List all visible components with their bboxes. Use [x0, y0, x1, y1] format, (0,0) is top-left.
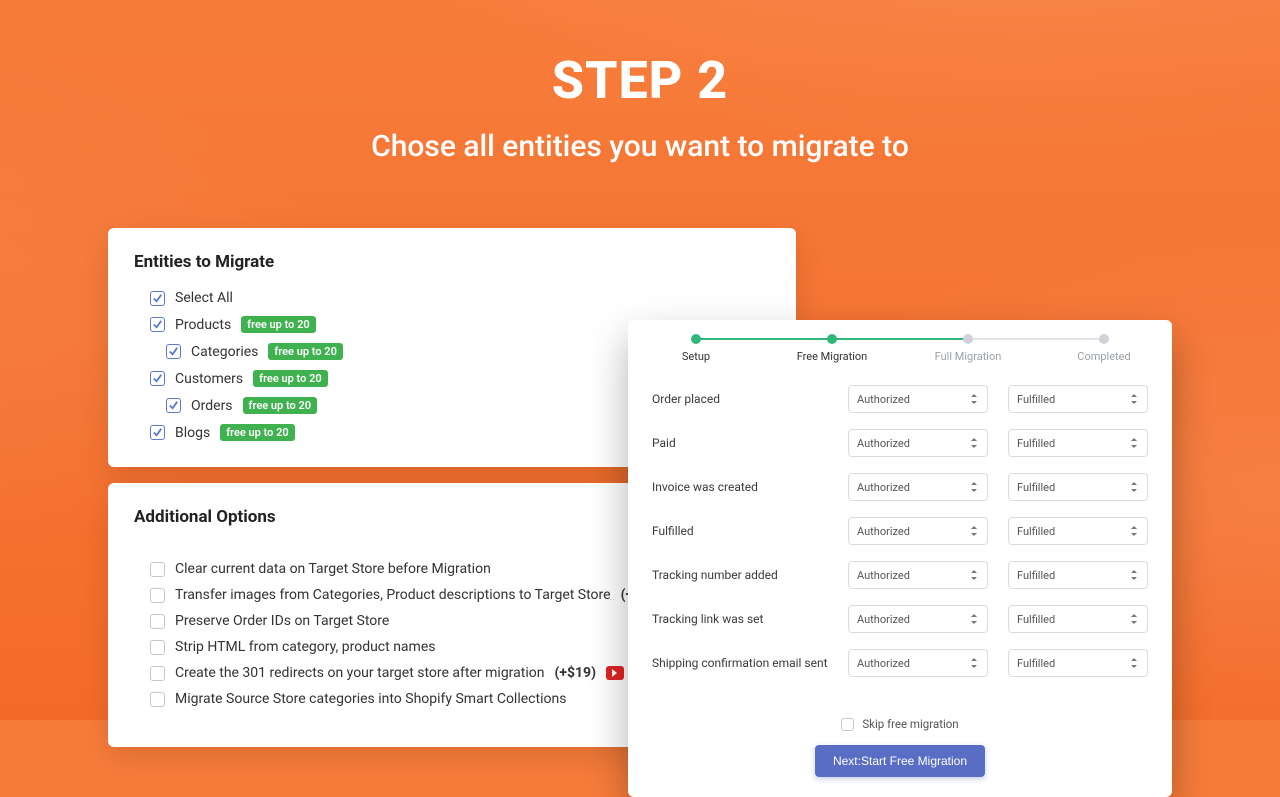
- checkbox-icon: [150, 614, 165, 629]
- check-label: Categories: [191, 344, 258, 360]
- status-select-b[interactable]: Fulfilled: [1008, 605, 1148, 633]
- map-row: Tracking number added Authorized Fulfill…: [652, 553, 1148, 597]
- caret-icon: [1129, 438, 1139, 448]
- map-label: Paid: [652, 436, 828, 450]
- caret-icon: [969, 614, 979, 624]
- map-label: Tracking number added: [652, 568, 828, 582]
- caret-icon: [969, 526, 979, 536]
- map-row: Paid Authorized Fulfilled: [652, 421, 1148, 465]
- caret-icon: [1129, 394, 1139, 404]
- checkbox-icon: [841, 718, 854, 731]
- free-badge: free up to 20: [268, 343, 343, 360]
- caret-icon: [1129, 570, 1139, 580]
- page-title: STEP 2: [0, 50, 1280, 111]
- map-row: Tracking link was set Authorized Fulfill…: [652, 597, 1148, 641]
- skip-label: Skip free migration: [862, 717, 958, 731]
- map-row: Fulfilled Authorized Fulfilled: [652, 509, 1148, 553]
- skip-free-migration[interactable]: Skip free migration: [628, 717, 1172, 731]
- status-select-a[interactable]: Authorized: [848, 473, 988, 501]
- step-label: Completed: [1077, 350, 1130, 363]
- checkbox-icon: [150, 666, 165, 681]
- status-select-a[interactable]: Authorized: [848, 561, 988, 589]
- status-select-a[interactable]: Authorized: [848, 429, 988, 457]
- option-label: Clear current data on Target Store befor…: [175, 561, 491, 577]
- step-setup[interactable]: Setup: [628, 334, 764, 363]
- check-select-all[interactable]: Select All: [150, 290, 770, 306]
- map-label: Fulfilled: [652, 524, 828, 538]
- wizard-card: Setup Free Migration Full Migration Comp…: [628, 320, 1172, 797]
- map-row: Order placed Authorized Fulfilled: [652, 377, 1148, 421]
- check-label: Orders: [191, 398, 233, 414]
- option-label: Create the 301 redirects on your target …: [175, 665, 544, 681]
- status-select-a[interactable]: Authorized: [848, 649, 988, 677]
- checkbox-icon: [150, 640, 165, 655]
- free-badge: free up to 20: [243, 397, 318, 414]
- status-select-b[interactable]: Fulfilled: [1008, 473, 1148, 501]
- map-label: Tracking link was set: [652, 612, 828, 626]
- option-label: Preserve Order IDs on Target Store: [175, 613, 389, 629]
- check-label: Blogs: [175, 425, 210, 441]
- check-label: Select All: [175, 290, 233, 306]
- status-select-b[interactable]: Fulfilled: [1008, 385, 1148, 413]
- status-select-a[interactable]: Authorized: [848, 385, 988, 413]
- checkbox-icon: [150, 562, 165, 577]
- status-select-a[interactable]: Authorized: [848, 517, 988, 545]
- caret-icon: [969, 438, 979, 448]
- status-select-b[interactable]: Fulfilled: [1008, 429, 1148, 457]
- caret-icon: [969, 394, 979, 404]
- map-row: Invoice was created Authorized Fulfilled: [652, 465, 1148, 509]
- entities-heading: Entities to Migrate: [134, 252, 770, 272]
- checkbox-icon: [166, 398, 181, 413]
- map-row: Shipping confirmation email sent Authori…: [652, 641, 1148, 685]
- option-label: Transfer images from Categories, Product…: [175, 587, 611, 603]
- checkbox-icon: [150, 588, 165, 603]
- option-upsell: (+$19): [554, 665, 596, 681]
- caret-icon: [1129, 526, 1139, 536]
- checkbox-icon: [150, 291, 165, 306]
- free-badge: free up to 20: [241, 316, 316, 333]
- checkbox-icon: [150, 317, 165, 332]
- free-badge: free up to 20: [253, 370, 328, 387]
- check-label: Products: [175, 317, 231, 333]
- caret-icon: [969, 482, 979, 492]
- caret-icon: [969, 570, 979, 580]
- free-badge: free up to 20: [220, 424, 295, 441]
- step-label: Setup: [682, 350, 710, 363]
- check-label: Customers: [175, 371, 243, 387]
- caret-icon: [1129, 614, 1139, 624]
- status-select-b[interactable]: Fulfilled: [1008, 649, 1148, 677]
- status-select-b[interactable]: Fulfilled: [1008, 517, 1148, 545]
- status-select-a[interactable]: Authorized: [848, 605, 988, 633]
- option-label: Migrate Source Store categories into Sho…: [175, 691, 566, 707]
- youtube-icon[interactable]: [606, 666, 624, 680]
- checkbox-icon: [150, 425, 165, 440]
- page-subtitle: Chose all entities you want to migrate t…: [0, 129, 1280, 164]
- map-label: Order placed: [652, 392, 828, 406]
- next-start-free-migration-button[interactable]: Next:Start Free Migration: [815, 745, 985, 777]
- stepper: Setup Free Migration Full Migration Comp…: [628, 320, 1172, 371]
- map-label: Invoice was created: [652, 480, 828, 494]
- option-label: Strip HTML from category, product names: [175, 639, 435, 655]
- caret-icon: [1129, 482, 1139, 492]
- checkbox-icon: [166, 344, 181, 359]
- checkbox-icon: [150, 371, 165, 386]
- step-label: Free Migration: [797, 350, 868, 363]
- caret-icon: [969, 658, 979, 668]
- caret-icon: [1129, 658, 1139, 668]
- step-label: Full Migration: [935, 350, 1002, 363]
- status-select-b[interactable]: Fulfilled: [1008, 561, 1148, 589]
- map-label: Shipping confirmation email sent: [652, 656, 828, 670]
- status-mapping-table: Order placed Authorized Fulfilled Paid A…: [628, 371, 1172, 707]
- checkbox-icon: [150, 692, 165, 707]
